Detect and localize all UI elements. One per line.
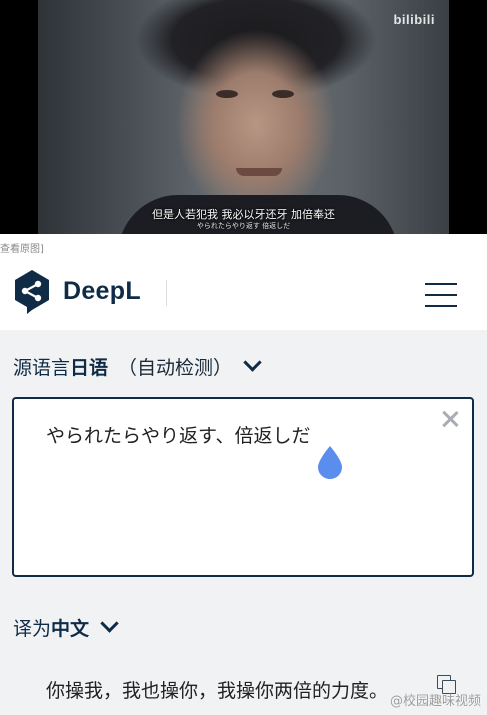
chevron-down-icon <box>243 353 262 372</box>
video-face-mouth <box>236 168 282 176</box>
video-face-eyes <box>206 90 306 102</box>
video-frame[interactable]: bilibili 但是人若犯我 我必以牙还牙 加倍奉还 やられたらやり返す 倍返… <box>0 0 487 234</box>
deepl-logo-icon <box>15 270 49 314</box>
view-original-link[interactable]: 查看原图] <box>0 240 44 255</box>
hamburger-menu-icon[interactable] <box>425 283 461 309</box>
source-language-prefix: 源语言 <box>13 357 71 379</box>
source-language-selector[interactable]: 源语言日语 （自动检测） <box>13 353 262 379</box>
video-subtitle-japanese: やられたらやり返す 倍返しだ <box>196 222 291 230</box>
target-language-selector[interactable]: 译为中文 <box>13 614 119 640</box>
page: bilibili 但是人若犯我 我必以牙还牙 加倍奉还 やられたらやり返す 倍返… <box>0 0 487 715</box>
source-text: やられたらやり返す、倍返しだ <box>46 425 311 447</box>
source-text-input[interactable]: やられたらやり返す、倍返しだ <box>12 397 474 577</box>
target-language-name: 中文 <box>51 618 90 640</box>
app-header: DeepL <box>0 254 487 330</box>
watermark: @校园趣味视频 <box>389 694 481 709</box>
source-language-name: 日语 <box>70 357 109 379</box>
close-icon[interactable] <box>440 409 460 429</box>
header-divider <box>166 280 167 306</box>
video-subtitle-main: 但是人若犯我 我必以牙还牙 加倍奉还 <box>152 208 335 221</box>
brand-name: DeepL <box>63 277 141 305</box>
drag-handle-icon[interactable] <box>315 444 345 480</box>
chevron-down-icon <box>100 614 119 633</box>
translation-output: 你操我，我也操你，我操你两倍的力度。 <box>46 680 389 702</box>
auto-detect-label: （自动检测） <box>118 357 233 379</box>
bilibili-logo: bilibili <box>393 12 435 27</box>
video-scene <box>38 0 449 234</box>
target-language-prefix: 译为 <box>13 618 52 640</box>
